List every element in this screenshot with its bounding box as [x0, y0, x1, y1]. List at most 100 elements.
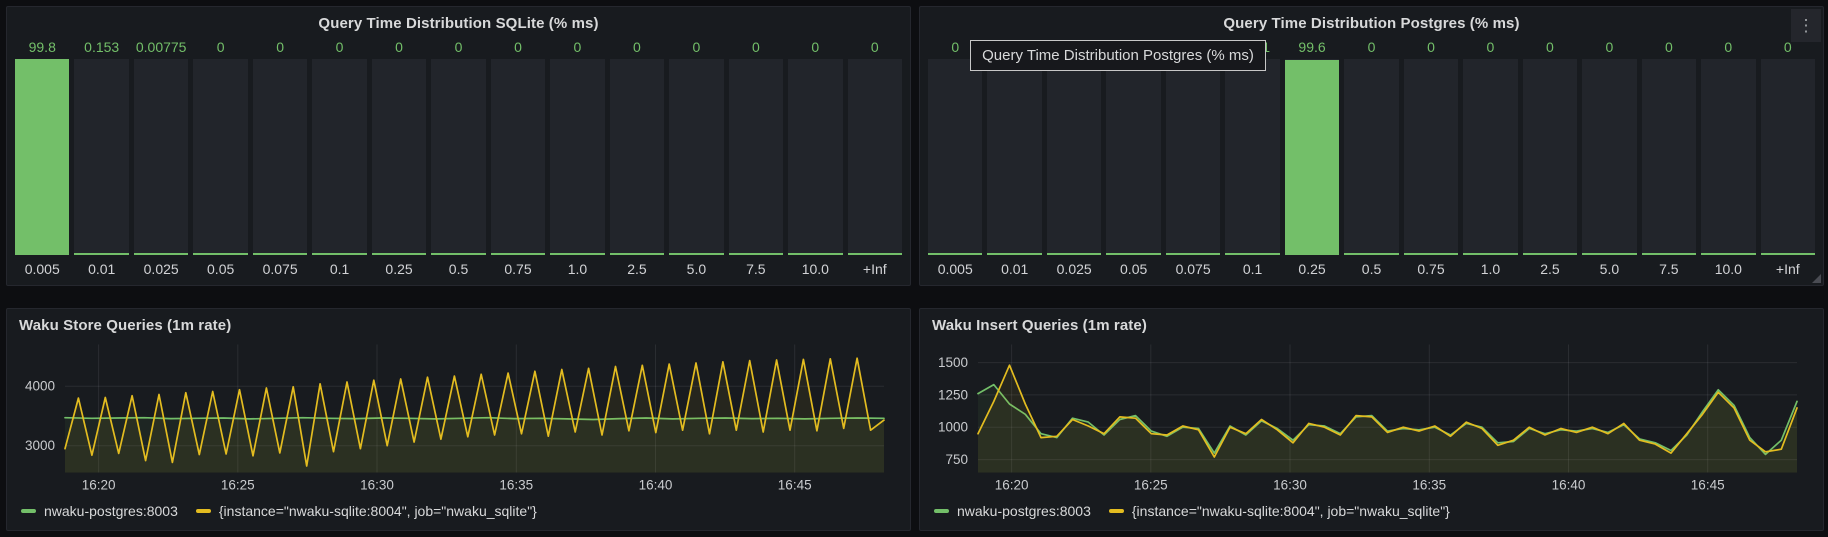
histogram-bar-fill — [1344, 253, 1398, 255]
panel-resize-handle-icon[interactable] — [1812, 274, 1821, 283]
histogram-bar[interactable] — [788, 59, 842, 255]
histogram-bar-fill — [74, 253, 128, 255]
histogram-bar[interactable] — [1463, 59, 1517, 255]
bar-value-label: 99.8 — [15, 37, 69, 57]
histogram-bar-fill — [729, 253, 783, 255]
legend-item[interactable]: {instance="nwaku-sqlite:8004", job="nwak… — [1109, 503, 1450, 519]
x-tick-label: 16:20 — [995, 478, 1029, 493]
histogram-bar[interactable] — [312, 59, 366, 255]
histogram-bar[interactable] — [1404, 59, 1458, 255]
histogram-bar[interactable] — [74, 59, 128, 255]
histogram-bar[interactable] — [491, 59, 545, 255]
bar-x-label: 7.5 — [729, 255, 783, 279]
panel-header: Waku Insert Queries (1m rate) — [920, 309, 1823, 337]
histogram-bar[interactable] — [1166, 59, 1220, 255]
legend-series-label: {instance="nwaku-sqlite:8004", job="nwak… — [219, 503, 537, 519]
histogram-bar[interactable] — [1582, 59, 1636, 255]
histogram-bar[interactable] — [1761, 59, 1815, 255]
bar-value-label: 0 — [788, 37, 842, 57]
y-tick-label: 750 — [945, 452, 968, 467]
histogram-bar-fill — [312, 253, 366, 255]
bar-x-label: 1.0 — [550, 255, 604, 279]
histogram-bar[interactable] — [431, 59, 485, 255]
bar-value-label: 0 — [253, 37, 307, 57]
histogram-bar-fill — [610, 253, 664, 255]
grafana-dashboard: Query Time Distribution SQLite (% ms) 99… — [0, 0, 1828, 537]
histogram-bar[interactable] — [729, 59, 783, 255]
histogram-bar-fill — [372, 253, 426, 255]
x-tick-label: 16:40 — [639, 478, 673, 493]
bar-x-label: 0.5 — [431, 255, 485, 279]
histogram-bar[interactable] — [193, 59, 247, 255]
histogram-bar[interactable] — [928, 59, 982, 255]
bar-x-label: 0.025 — [134, 255, 188, 279]
histogram-bar-fill — [1523, 253, 1577, 255]
histogram-column: 01.0 — [550, 37, 604, 279]
x-tick-label: 16:30 — [1273, 478, 1307, 493]
legend-series-label: {instance="nwaku-sqlite:8004", job="nwak… — [1132, 503, 1450, 519]
histogram-column: 07.5 — [1642, 37, 1696, 279]
histogram-bar-fill — [1582, 253, 1636, 255]
bar-x-label: +Inf — [1761, 255, 1815, 279]
histogram-bar[interactable] — [848, 59, 902, 255]
histogram-bar[interactable] — [15, 59, 69, 255]
histogram-bar[interactable] — [134, 59, 188, 255]
legend-item[interactable]: nwaku-postgres:8003 — [934, 503, 1091, 519]
bar-value-label: 0 — [491, 37, 545, 57]
panel-menu-button[interactable]: ⋮ — [1791, 9, 1821, 42]
histogram-bar-fill — [1701, 253, 1755, 255]
histogram-bar-fill — [1404, 253, 1458, 255]
histogram-bar[interactable] — [1344, 59, 1398, 255]
bar-value-label: 0 — [372, 37, 426, 57]
histogram-column: 010.0 — [788, 37, 842, 279]
histogram-bar[interactable] — [1642, 59, 1696, 255]
histogram-bar[interactable] — [669, 59, 723, 255]
legend-item[interactable]: nwaku-postgres:8003 — [21, 503, 178, 519]
bar-value-label: 0 — [1166, 37, 1220, 57]
histogram-column: 00.25 — [372, 37, 426, 279]
histogram-bar[interactable] — [253, 59, 307, 255]
histogram-bar[interactable] — [1106, 59, 1160, 255]
histogram-bar-fill — [987, 253, 1041, 255]
bar-x-label: 2.5 — [610, 255, 664, 279]
histogram-bar-fill — [1225, 253, 1279, 255]
panel-title-insert[interactable]: Waku Insert Queries (1m rate) — [932, 317, 1147, 334]
bar-value-label: 0 — [928, 37, 982, 57]
bar-x-label: 7.5 — [1642, 255, 1696, 279]
bar-x-label: 2.5 — [1523, 255, 1577, 279]
y-tick-label: 3000 — [25, 438, 55, 453]
panel-header: Waku Store Queries (1m rate) — [7, 309, 910, 337]
histogram-bar-fill — [1285, 60, 1339, 255]
histogram-column: 00.05 — [193, 37, 247, 279]
panel-title-store[interactable]: Waku Store Queries (1m rate) — [19, 317, 231, 334]
legend-series-swatch-icon — [934, 509, 949, 513]
bar-value-label: 0.401 — [1225, 37, 1279, 57]
panel-title-sqlite[interactable]: Query Time Distribution SQLite (% ms) — [318, 15, 598, 32]
store-queries-timeseries-chart[interactable]: 3000400016:2016:2516:3016:3516:4016:45 — [15, 337, 896, 498]
bar-value-label: 0.153 — [74, 37, 128, 57]
histogram-bar[interactable] — [610, 59, 664, 255]
histogram-column: 00.5 — [1344, 37, 1398, 279]
histogram-bar[interactable] — [1285, 59, 1339, 255]
histogram-bar[interactable] — [1225, 59, 1279, 255]
histogram-bar[interactable] — [1523, 59, 1577, 255]
histogram-bar[interactable] — [1047, 59, 1101, 255]
histogram-bar[interactable] — [372, 59, 426, 255]
histogram-column: 00.075 — [253, 37, 307, 279]
histogram-bar[interactable] — [1701, 59, 1755, 255]
panel-header: Query Time Distribution SQLite (% ms) — [7, 7, 910, 35]
histogram-column: 05.0 — [1582, 37, 1636, 279]
series-area-fill — [65, 358, 884, 472]
histogram-column: 01.0 — [1463, 37, 1517, 279]
y-tick-label: 4000 — [25, 379, 55, 394]
histogram-bar[interactable] — [550, 59, 604, 255]
bar-x-label: 0.25 — [372, 255, 426, 279]
histogram-bar-fill — [1761, 253, 1815, 255]
insert-queries-timeseries-chart[interactable]: 75010001250150016:2016:2516:3016:3516:40… — [928, 337, 1809, 498]
bar-value-label: 0 — [1701, 37, 1755, 57]
x-tick-label: 16:45 — [778, 478, 812, 493]
histogram-column: 010.0 — [1701, 37, 1755, 279]
legend-item[interactable]: {instance="nwaku-sqlite:8004", job="nwak… — [196, 503, 537, 519]
panel-title-postgres[interactable]: Query Time Distribution Postgres (% ms) — [1223, 15, 1519, 32]
histogram-bar[interactable] — [987, 59, 1041, 255]
